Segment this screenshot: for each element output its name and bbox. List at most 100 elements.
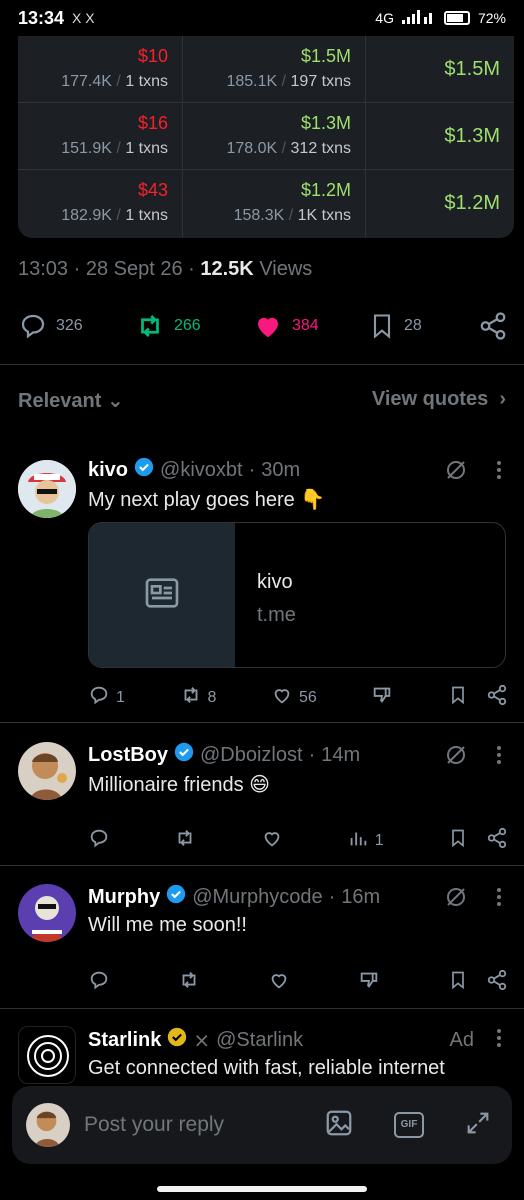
like-count: 56 [299,688,317,706]
cell-value: $43 [137,180,168,200]
cell-sub: 158.3K / 1K txns [233,207,351,224]
avatar[interactable] [18,884,76,942]
sort-dropdown[interactable]: Relevant ⌄ [18,388,124,413]
cell-value: $1.5M [444,57,500,80]
like-button[interactable]: 384 [252,311,368,341]
cell-sub-a: 177.4K [61,73,112,90]
share-icon[interactable] [486,827,508,854]
heart-icon [271,684,293,711]
dislike-button[interactable] [371,684,393,711]
divider [0,722,524,723]
reply-time: 30m [261,458,301,481]
avatar[interactable] [18,460,76,518]
reply-input[interactable]: Post your reply [84,1113,324,1137]
reply-header: kivo @kivoxbt · 30m [88,457,300,483]
reply-action-bar: 1 [88,827,508,854]
reply-author-name[interactable]: Murphy [88,886,160,909]
like-button[interactable] [261,827,283,854]
reply-button[interactable] [88,827,110,854]
reply-author-name[interactable]: LostBoy [88,744,168,767]
avatar[interactable] [18,1026,76,1084]
dislike-icon [371,684,393,711]
status-bar: 13:34 X X 4G 72% [0,0,524,36]
share-icon[interactable] [486,969,508,996]
bookmark-button[interactable]: 28 [368,311,468,341]
reply-action-bar [88,969,508,996]
notification-icons: X X [72,10,95,26]
bookmark-icon[interactable] [448,969,468,996]
sort-label: Relevant [18,390,102,412]
repost-button[interactable]: 8 [180,684,216,711]
more-options-icon[interactable] [496,887,502,912]
more-options-icon[interactable] [496,745,502,770]
reply-author-name[interactable]: kivo [88,459,128,482]
cell-value: $1.5M [300,46,351,66]
reply-header: LostBoy @Dboizlost · 14m [88,742,360,768]
reply-text: Millionaire friends 😄 [88,774,271,796]
reply-text: Will me me soon!! [88,914,247,936]
reply-button[interactable]: 1 [88,684,125,711]
cell-sub: 185.1K / 197 txns [226,73,351,90]
table-cell: $43 182.9K / 1 txns [18,170,183,237]
share-button[interactable] [478,311,508,341]
chevron-down-icon: ⌄ [106,390,124,412]
my-avatar [26,1103,70,1147]
reply-icon [88,684,110,711]
share-icon[interactable] [486,684,508,711]
repost-button[interactable]: 266 [134,311,252,341]
table-cell: $1.3M 178.0K / 312 txns [183,103,366,169]
repost-button[interactable] [174,827,196,854]
expand-icon[interactable] [464,1109,492,1142]
like-button[interactable] [268,969,290,996]
views-count: 1 [374,831,384,849]
bookmark-icon[interactable] [448,827,468,854]
battery-icon [443,11,470,25]
grok-icon[interactable] [444,458,468,487]
repost-icon [180,684,202,711]
reply-tools [444,458,502,487]
repost-button[interactable] [178,969,200,996]
reply-icon [18,311,48,341]
cell-sub-b: 197 txns [290,73,351,90]
home-indicator[interactable] [157,1186,367,1192]
link-preview-card[interactable]: kivo t.me [88,522,506,668]
table-cell: $1.2M 158.3K / 1K txns [183,170,366,237]
reply-count: 1 [116,688,125,706]
reply-author-name[interactable]: Starlink [88,1029,161,1052]
reply-author-handle[interactable]: @Dboizlost [200,744,303,767]
views-button[interactable]: 1 [347,827,384,854]
reply-author-handle[interactable]: @kivoxbt [160,459,243,482]
chevron-right-icon: › [499,388,506,410]
reply-composer[interactable]: Post your reply GIF [12,1086,512,1164]
table-cell: $1.3M [366,103,514,169]
reply-time: 16m [341,885,381,908]
table-cell: $1.2M [366,170,514,237]
image-icon[interactable] [324,1108,354,1143]
more-options-icon[interactable] [496,1028,502,1053]
cell-value: $16 [137,113,168,133]
like-button[interactable]: 56 [271,684,317,711]
cell-sub-b: 1 txns [125,207,168,224]
share-icon [478,311,508,341]
link-domain: t.me [257,604,296,626]
reply-button[interactable]: 326 [18,311,134,341]
reply-button[interactable] [88,969,110,996]
dislike-button[interactable] [358,969,380,996]
avatar[interactable] [18,742,76,800]
heart-icon [268,969,290,996]
more-options-icon[interactable] [496,460,502,485]
table-row: $16 151.9K / 1 txns $1.3M 178.0K / 312 t… [18,103,514,170]
reply-author-handle[interactable]: @Murphycode [192,886,322,909]
grok-icon[interactable] [444,743,468,772]
grok-icon[interactable] [444,885,468,914]
cell-sub-a: 185.1K [226,73,278,90]
bookmark-icon[interactable] [448,684,468,711]
post-image-table[interactable]: $10 177.4K / 1 txns $1.5M 185.1K / 197 t… [18,36,514,238]
reply-author-handle[interactable]: @Starlink [216,1029,303,1052]
link-thumbnail [89,523,235,667]
views-label: Views [259,258,313,280]
verified-badge-icon [166,884,186,910]
gif-button[interactable]: GIF [394,1112,424,1138]
view-quotes-link[interactable]: View quotes › [372,388,506,413]
verified-badge-icon [134,457,154,483]
